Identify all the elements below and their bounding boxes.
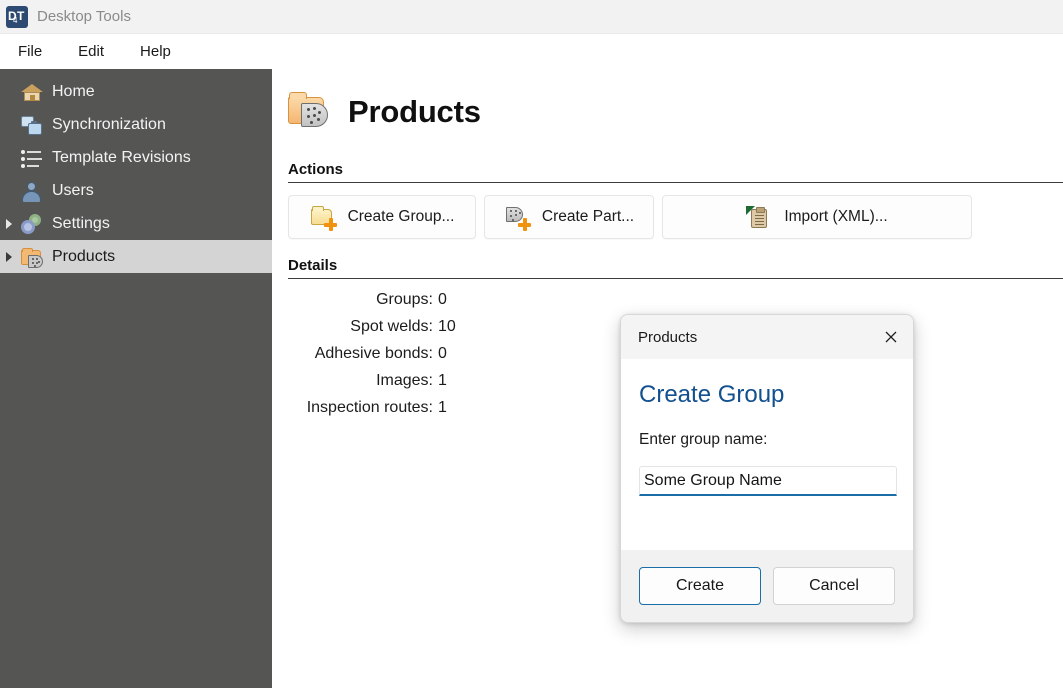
details-section-heading: Details — [288, 257, 1063, 278]
import-xml-button[interactable]: Import (XML)... — [662, 195, 972, 239]
sidebar-item-label: Products — [52, 248, 115, 266]
part-add-icon — [504, 205, 530, 229]
home-icon — [20, 80, 44, 104]
detail-label: Inspection routes: — [288, 399, 438, 417]
products-folder-icon — [20, 245, 44, 269]
cancel-button[interactable]: Cancel — [773, 567, 895, 605]
sidebar-item-label: Home — [52, 83, 95, 101]
menu-item-help[interactable]: Help — [134, 41, 177, 62]
detail-label: Spot welds: — [288, 318, 438, 336]
detail-value: 1 — [438, 372, 447, 390]
close-icon[interactable] — [869, 315, 913, 359]
detail-value: 10 — [438, 318, 456, 336]
gears-icon — [20, 212, 44, 236]
detail-value: 0 — [438, 291, 447, 309]
window-title: Desktop Tools — [37, 8, 131, 25]
folder-add-icon — [310, 205, 336, 229]
section-divider — [288, 278, 1063, 279]
dialog-titlebar: Products — [621, 315, 913, 359]
action-label: Import (XML)... — [784, 208, 887, 226]
sidebar-item-products[interactable]: Products — [0, 240, 272, 273]
sidebar-item-settings[interactable]: Settings — [0, 207, 272, 240]
sidebar-item-label: Users — [52, 182, 94, 200]
sidebar-item-label: Template Revisions — [52, 149, 191, 167]
page-title: Products — [348, 94, 481, 130]
create-part-button[interactable]: Create Part... — [484, 195, 654, 239]
detail-label: Adhesive bonds: — [288, 345, 438, 363]
clipboard-import-icon — [746, 205, 772, 229]
dialog-body: Create Group Enter group name: — [621, 359, 913, 550]
sidebar-item-home[interactable]: Home — [0, 75, 272, 108]
list-icon — [20, 146, 44, 170]
sync-icon — [20, 113, 44, 137]
detail-value: 1 — [438, 399, 447, 417]
sidebar-item-label: Synchronization — [52, 116, 166, 134]
sidebar-item-synchronization[interactable]: Synchronization — [0, 108, 272, 141]
sidebar-item-template-revisions[interactable]: Template Revisions — [0, 141, 272, 174]
create-button[interactable]: Create — [639, 567, 761, 605]
menu-bar: File Edit Help — [0, 34, 1063, 69]
application-window: D T 4 Desktop Tools File Edit Help Home — [0, 0, 1063, 688]
detail-value: 0 — [438, 345, 447, 363]
dialog-footer: Create Cancel — [621, 550, 913, 622]
dialog-title: Products — [638, 329, 869, 346]
dialog-prompt-label: Enter group name: — [639, 431, 895, 449]
sidebar-item-users[interactable]: Users — [0, 174, 272, 207]
window-titlebar: D T 4 Desktop Tools — [0, 0, 1063, 34]
menu-item-file[interactable]: File — [12, 41, 48, 62]
dialog-heading: Create Group — [639, 381, 895, 409]
chevron-right-icon[interactable] — [6, 252, 12, 262]
app-logo-letter-t: T — [17, 10, 24, 22]
section-divider — [288, 182, 1063, 183]
create-group-dialog: Products Create Group Enter group name: … — [620, 314, 914, 623]
detail-label: Groups: — [288, 291, 438, 309]
actions-toolbar: Create Group... Create Part... — [288, 195, 1063, 239]
user-icon — [20, 179, 44, 203]
group-name-input[interactable] — [639, 466, 897, 496]
detail-label: Images: — [288, 372, 438, 390]
chevron-right-icon[interactable] — [6, 219, 12, 229]
action-label: Create Group... — [348, 208, 455, 226]
action-label: Create Part... — [542, 208, 634, 226]
products-folder-icon — [288, 89, 334, 135]
actions-section-heading: Actions — [288, 161, 1063, 182]
sidebar-item-label: Settings — [52, 215, 110, 233]
app-logo-subscript: 4 — [13, 17, 17, 25]
navigation-sidebar: Home Synchronization Template — [0, 69, 272, 688]
page-header: Products — [288, 89, 1063, 135]
menu-item-edit[interactable]: Edit — [72, 41, 110, 62]
app-logo-icon: D T 4 — [6, 6, 28, 28]
create-group-button[interactable]: Create Group... — [288, 195, 476, 239]
